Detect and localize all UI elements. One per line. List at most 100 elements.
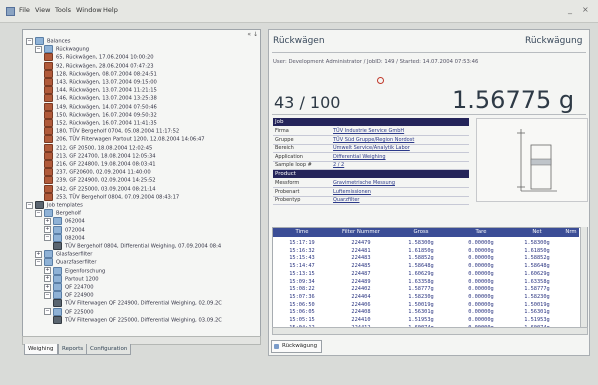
tree-item[interactable]: 213, GF 224700, 18.08.2004 12:05:34 [44, 151, 156, 160]
folder-icon [35, 37, 44, 45]
tree-item[interactable]: 206, TÜV Filterwagen Partout 1200, 12.08… [44, 135, 205, 144]
collapse-icon[interactable]: − [26, 37, 33, 45]
tree-item-label: 144, Rückwägen, 13.07.2004 11:21:15 [56, 87, 157, 94]
info-value[interactable]: Luftemissionen [333, 188, 371, 196]
results-table: Time Filter Nummer Gross Tare Net Nrm 15:17:19… [272, 227, 588, 329]
menu-tools[interactable]: Tools [55, 6, 71, 14]
menu-help[interactable]: Help [103, 6, 118, 14]
tree-item[interactable]: TÜV Bergeholf 0804, Differential Weighin… [53, 242, 221, 250]
tree-item-label: Quarzfaserfilter [56, 259, 97, 266]
tree-item[interactable]: 65, Rückwägen, 17.06.2004 10:00:20 [44, 53, 154, 62]
collapse-icon[interactable]: − [44, 308, 51, 316]
menu-file[interactable]: File [19, 6, 30, 14]
tree-item[interactable]: 143, Rückwägen, 13.07.2004 09:15:00 [44, 78, 157, 86]
tree-item[interactable]: TÜV Filterwagen QF 225000, Differential … [53, 315, 222, 324]
tree-item[interactable]: − QF 225000 [44, 307, 94, 316]
collapse-icon[interactable]: − [35, 258, 42, 266]
job-icon [44, 160, 53, 168]
tab-weighing[interactable]: Weighing [24, 344, 58, 355]
page-title: Rückwägen [273, 36, 325, 46]
status-indicator-icon [377, 77, 384, 84]
info-value[interactable]: Gravimetrische Messung [333, 179, 395, 187]
info-value[interactable]: Quarzfilter [333, 196, 359, 204]
job-icon [44, 53, 53, 62]
tree-item-label: Eigenforschung [65, 268, 106, 275]
tree-item[interactable]: 146, Rückwägen, 13.07.2004 13:25:38 [44, 94, 157, 103]
column-header[interactable]: Filter Nummer [331, 228, 391, 237]
tree-item[interactable]: 149, Rückwägen, 14.07.2004 07:50:46 [44, 102, 157, 111]
tree-item[interactable]: + Eigenforschung [44, 266, 106, 275]
tree-item[interactable]: + Glasfaserfilter [35, 250, 92, 259]
info-value[interactable]: TÜV Industrie Service GmbH [333, 127, 404, 135]
info-value[interactable]: 2 / 2 [333, 161, 344, 169]
tree-item[interactable]: − Rückwagung [35, 45, 89, 54]
column-header[interactable]: Gross [391, 228, 451, 237]
tree-item-label: 149, Rückwägen, 14.07.2004 07:50:46 [56, 104, 157, 111]
tab-ruckwagung[interactable]: Rückwägung [271, 340, 323, 353]
column-header[interactable]: Nrm [563, 228, 579, 237]
column-header[interactable]: Time [273, 228, 331, 237]
tree-item-label: 239, GF 224900, 02.09.2004 14:25:52 [56, 177, 156, 184]
info-value[interactable]: Differential Weighing [333, 153, 386, 161]
tree-item[interactable]: +072004 [44, 225, 85, 234]
info-value[interactable]: TÜV Süd Gruppe/Region Nordost [333, 136, 414, 144]
tree-item[interactable]: 128, Rückwägen, 08.07.2004 08:24:51 [44, 69, 157, 78]
minimize-icon[interactable]: _ [568, 5, 572, 14]
tree-item[interactable]: − Balances [26, 37, 70, 45]
tree-item[interactable]: 242, GF 225000, 03.09.2004 08:21:14 [44, 184, 156, 193]
tree-item[interactable]: 152, Rückwägen, 16.07.2004 11:41:35 [44, 119, 157, 127]
tree-item[interactable]: − 082004 [44, 233, 85, 242]
folder-icon [53, 217, 62, 226]
table-vertical-scrollbar[interactable] [580, 227, 587, 327]
expand-icon[interactable]: + [44, 275, 51, 283]
collapse-icon[interactable]: − [35, 209, 42, 217]
tree-item[interactable]: 212, GF 20500, 18.08.2004 12:02:45 [44, 143, 152, 152]
collapse-icon[interactable]: − [44, 291, 51, 299]
tree-item[interactable]: TÜV Filterwagen QF 224900, Differential … [53, 299, 222, 308]
info-key: Application [275, 153, 303, 160]
menu-window[interactable]: Window [76, 6, 102, 14]
expand-icon[interactable]: + [44, 267, 51, 275]
menu-view[interactable]: View [35, 6, 50, 14]
collapse-icon[interactable]: − [35, 45, 42, 53]
column-header[interactable]: Tare [451, 228, 511, 237]
tree-item[interactable]: − Quarzfaserfilter [35, 258, 97, 267]
info-row: Probentyp Quarzfilter [273, 196, 469, 206]
column-header[interactable]: Net [511, 228, 563, 237]
info-key: Gruppe [275, 136, 294, 143]
tab-reports[interactable]: Reports [58, 344, 88, 355]
tree-item[interactable]: 180, TÜV Bergeholf 0704, 05.08.2004 11:1… [44, 127, 180, 136]
tree-item[interactable]: − Bergeholf [35, 209, 81, 218]
tree-item[interactable]: − QF 224900 [44, 291, 94, 300]
tree-item[interactable]: + QF 224700 [44, 283, 94, 291]
tree-item[interactable]: 144, Rückwägen, 13.07.2004 11:21:15 [44, 86, 157, 95]
tree-item[interactable]: + Partout 1200 [44, 274, 99, 283]
collapse-icon[interactable]: − [44, 234, 51, 242]
info-key: Probenart [275, 188, 300, 195]
tree-item[interactable]: +062004 [44, 217, 85, 226]
expand-icon[interactable]: + [44, 226, 51, 234]
tree-item[interactable]: 253, TÜV Bergeholf 0804, 07.09.2004 08:4… [44, 192, 179, 201]
expand-icon[interactable]: + [44, 217, 51, 225]
window-icon [274, 344, 279, 349]
expand-icon[interactable]: + [35, 250, 42, 258]
tree-item[interactable]: 150, Rückwägen, 16.07.2004 09:50:32 [44, 110, 157, 119]
tab-configuration[interactable]: Configuration [86, 344, 132, 355]
info-value[interactable]: Umwelt Service/Analytik Labor [333, 144, 410, 152]
tree-item-label: Partout 1200 [65, 276, 99, 283]
expand-icon[interactable]: + [44, 283, 51, 291]
table-horizontal-scrollbar[interactable] [272, 327, 588, 335]
collapse-icon[interactable]: − [26, 201, 33, 209]
tree-item[interactable]: − Job templates [26, 201, 83, 209]
tree-item[interactable]: 237, GF20600, 02.09.2004 11:40:00 [44, 168, 151, 177]
tree-item[interactable]: 216, GF 224800, 19.08.2004 08:03:41 [44, 160, 156, 168]
tree-item-label: 062004 [65, 218, 85, 225]
tree-item-label: 216, GF 224800, 19.08.2004 08:03:41 [56, 161, 156, 168]
tree-item[interactable]: 239, GF 224900, 02.09.2004 14:25:52 [44, 176, 156, 185]
panel-header-controls[interactable]: « ↓ [247, 31, 258, 38]
tree-item[interactable]: 92, Rückwägen, 28.06.2004 07:47:23 [44, 61, 154, 70]
template-icon [53, 242, 62, 250]
folder-icon [53, 283, 62, 291]
close-icon[interactable]: × [582, 5, 589, 14]
tree-item-label: 180, TÜV Bergeholf 0704, 05.08.2004 11:1… [56, 128, 180, 135]
